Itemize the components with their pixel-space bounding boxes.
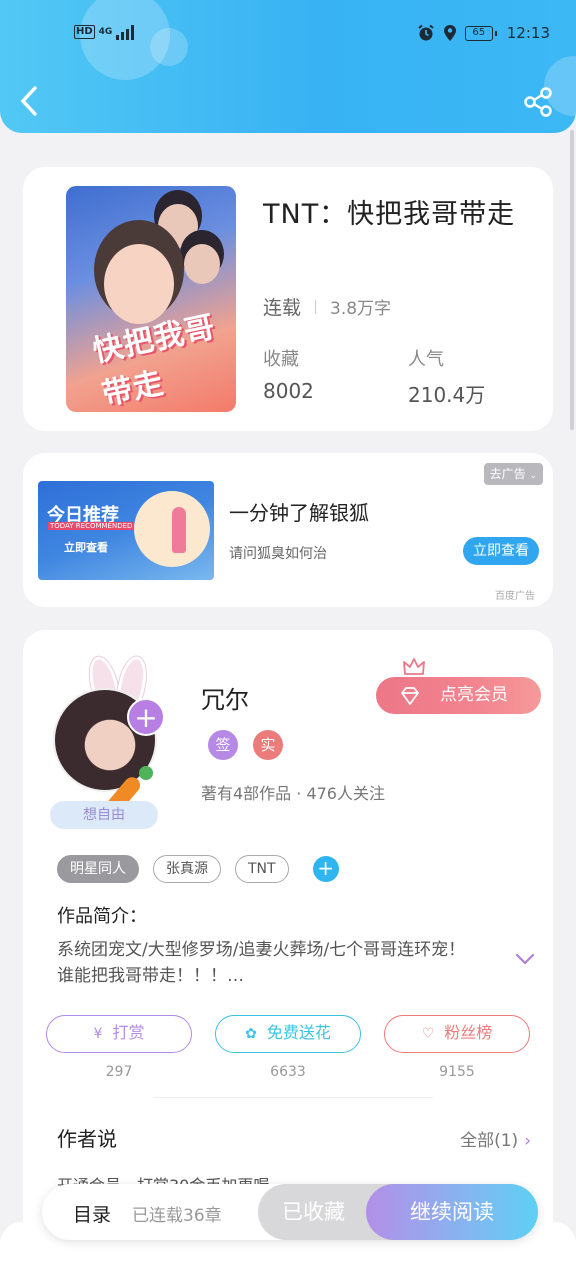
reward-button[interactable]: ¥ 打赏 — [46, 1015, 192, 1053]
tag-chip[interactable]: 明星同人 — [57, 855, 139, 883]
scrollbar[interactable] — [570, 130, 574, 430]
book-status: 连载 — [263, 297, 302, 319]
cover-figure — [158, 204, 198, 248]
ad-subtitle: 请问狐臭如何治 — [229, 546, 327, 562]
divider — [315, 299, 317, 314]
popularity-value: 210.4万 — [408, 383, 486, 407]
remove-ad-label: 去广告 — [489, 467, 526, 481]
tag-chip[interactable]: TNT — [235, 855, 289, 883]
view-all-button[interactable]: 全部(1) › — [460, 1126, 531, 1151]
send-flower-label: 免费送花 — [266, 1023, 331, 1042]
add-tag-button[interactable]: + — [312, 856, 339, 882]
fan-count: 9155 — [439, 1064, 475, 1080]
favorites-value: 8002 — [263, 379, 314, 403]
signed-badge: 签 — [208, 730, 238, 760]
ad-title: 一分钟了解银狐 — [229, 501, 369, 525]
bottom-action-bar: 目录 已连载36章 已收藏 继续阅读 — [42, 1184, 538, 1240]
book-tags: 明星同人 张真源 TNT + — [57, 855, 339, 883]
reward-count: 297 — [105, 1064, 133, 1080]
popularity-label: 人气 — [408, 349, 444, 370]
fan-rank-button[interactable]: ♡ 粉丝榜 — [384, 1015, 530, 1053]
chevron-down-icon[interactable] — [515, 952, 535, 966]
continue-reading-button[interactable]: 继续阅读 — [366, 1184, 538, 1240]
word-count: 3.8万字 — [330, 299, 392, 319]
vip-button[interactable]: 点亮会员 — [376, 677, 541, 714]
remove-ad-button[interactable]: 去广告 ⌄ — [483, 463, 543, 485]
status-bar: HD 4G 65 12:13 — [0, 0, 576, 70]
intro-text: 系统团宠文/大型修罗场/追妻火葬场/七个哥哥连环宠！谁能把我哥带走！！！… — [57, 940, 466, 986]
follow-plus-button[interactable]: + — [127, 698, 165, 736]
signal-type: 4G — [98, 26, 113, 37]
toc-button[interactable]: 目录 — [73, 1200, 111, 1227]
share-icon — [524, 87, 552, 117]
network-type: HD — [74, 25, 95, 39]
ad-view-button[interactable]: 立即查看 — [463, 537, 539, 565]
clock: 12:13 — [506, 24, 550, 42]
author-name: 冗尔 — [201, 686, 249, 714]
diamond-icon — [401, 687, 419, 705]
chevron-right-icon: › — [524, 1131, 531, 1151]
book-cover[interactable]: 快把我哥带走 — [66, 186, 236, 412]
author-mood-badge: 想自由 — [50, 801, 158, 829]
cover-title: 快把我哥带走 — [90, 309, 219, 412]
intro-title: 作品简介： — [57, 906, 147, 927]
top-header: HD 4G 65 12:13 — [0, 0, 576, 133]
book-info-card: 快把我哥带走 TNT：快把我哥带走 连载 3.8万字 收藏 8002 人气 21… — [23, 167, 553, 431]
signal-icon — [116, 24, 135, 40]
location-icon — [443, 25, 456, 41]
battery-indicator: 65 — [464, 25, 497, 41]
coin-icon: ¥ — [93, 1026, 103, 1042]
crown-icon — [403, 658, 425, 675]
carrot-leaf-decor — [139, 766, 153, 780]
flower-count: 6633 — [270, 1064, 306, 1080]
favorites-label: 收藏 — [263, 349, 299, 370]
alarm-icon — [418, 24, 434, 41]
view-all-label: 全部(1) — [460, 1131, 519, 1151]
user-heart-icon: ♡ — [421, 1026, 435, 1042]
tag-chip[interactable]: 张真源 — [153, 855, 221, 883]
chevron-left-icon — [20, 86, 37, 116]
author-stats: 著有4部作品 · 476人关注 — [201, 784, 385, 803]
vip-button-label: 点亮会员 — [440, 685, 508, 705]
cover-figure — [184, 244, 220, 284]
author-card: + 想自由 冗尔 点亮会员 签 实 著有4部作品 · 476人关注 明星同人 张… — [23, 630, 553, 1280]
book-title: TNT：快把我哥带走 — [263, 199, 516, 230]
author-says-title: 作者说 — [57, 1127, 117, 1151]
share-button[interactable] — [522, 86, 554, 118]
ad-image-subtitle: TODAY RECOMMENDED — [48, 522, 135, 530]
ad-image[interactable]: 今日推荐 TODAY RECOMMENDED 立即查看 — [38, 481, 214, 580]
send-flower-button[interactable]: ✿ 免费送花 — [215, 1015, 361, 1053]
flower-icon: ✿ — [245, 1026, 257, 1042]
fan-rank-label: 粉丝榜 — [444, 1023, 493, 1042]
chevron-down-icon: ⌄ — [529, 471, 537, 481]
ad-card[interactable]: 今日推荐 TODAY RECOMMENDED 立即查看 去广告 ⌄ 一分钟了解银… — [23, 453, 553, 607]
chapter-count: 已连载36章 — [132, 1206, 222, 1226]
back-button[interactable] — [18, 84, 48, 118]
verified-badge: 实 — [253, 730, 283, 760]
reward-label: 打赏 — [112, 1023, 145, 1042]
ad-source: 百度广告 — [495, 591, 535, 602]
book-meta: 连载 3.8万字 — [263, 293, 391, 320]
ad-image-button: 立即查看 — [64, 541, 108, 554]
ad-image-figure — [172, 507, 186, 553]
divider — [153, 1097, 433, 1098]
